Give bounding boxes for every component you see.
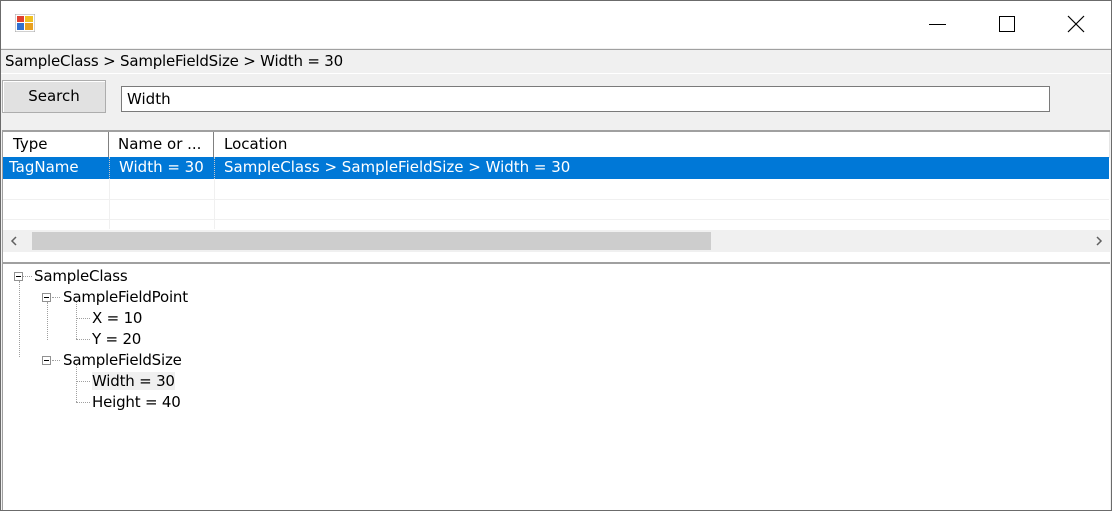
chevron-right-icon [1096,236,1103,246]
tree-node-leaf-selected[interactable]: Width = 30 [92,372,175,390]
close-button[interactable] [1053,1,1099,48]
tree-node-group[interactable]: SampleFieldSize [63,351,182,369]
scroll-left-button[interactable] [3,230,25,252]
tree-view[interactable]: SampleClass SampleFieldPoint X = 10 Y = … [2,262,1110,510]
grid-line [109,179,110,229]
collapse-icon[interactable] [42,356,51,365]
grid-line [3,219,1109,220]
tree-node-root[interactable]: SampleClass [34,267,128,285]
close-icon [1067,15,1085,33]
path-bar: SampleClass > SampleFieldSize > Width = … [1,49,1111,74]
tree-node-leaf[interactable]: Height = 40 [92,393,181,411]
search-input-value: Width [127,90,171,108]
horizontal-scrollbar[interactable] [3,230,1110,252]
collapse-icon[interactable] [42,293,51,302]
column-header-type[interactable]: Type [3,132,109,157]
path-label: SampleClass > SampleFieldSize > Width = … [5,52,343,70]
tree-connector [76,381,90,382]
table-row[interactable]: TagName Width = 30 SampleClass > SampleF… [3,157,1109,179]
tree-node-group[interactable]: SampleFieldPoint [63,288,188,306]
tree-connector [76,318,90,319]
minimize-button[interactable] [915,1,961,48]
tree-connector [19,281,20,357]
row-name-cell: Width = 30 [109,157,214,179]
results-list[interactable]: Type Name or ... Location TagName Width … [2,130,1110,262]
results-header: Type Name or ... Location [3,132,1110,158]
tree-node-leaf[interactable]: X = 10 [92,309,142,327]
column-header-location[interactable]: Location [214,132,1110,157]
chevron-left-icon [10,236,17,246]
maximize-icon [999,16,1015,32]
tree-connector [47,302,48,340]
collapse-icon[interactable] [14,272,23,281]
tree-connector [76,339,90,340]
maximize-button[interactable] [984,1,1030,48]
tree-connector [52,297,60,298]
tree-node-leaf[interactable]: Y = 20 [92,330,141,348]
column-header-name[interactable]: Name or ... [109,132,214,157]
search-input[interactable]: Width [121,86,1050,112]
tree-connector [76,402,90,403]
search-button[interactable]: Search [2,80,106,113]
grid-line [214,179,215,229]
row-location-cell: SampleClass > SampleFieldSize > Width = … [214,157,1104,179]
title-bar[interactable] [1,1,1111,48]
main-window: SampleClass > SampleFieldSize > Width = … [0,0,1112,511]
tree-connector [76,365,77,402]
tree-connector [76,302,77,339]
scroll-right-button[interactable] [1088,230,1110,252]
grid-line [3,199,1109,200]
scroll-thumb[interactable] [32,232,711,250]
tree-connector [52,360,60,361]
app-icon [15,14,35,32]
minimize-icon [929,24,946,25]
row-type-cell: TagName [9,158,79,176]
